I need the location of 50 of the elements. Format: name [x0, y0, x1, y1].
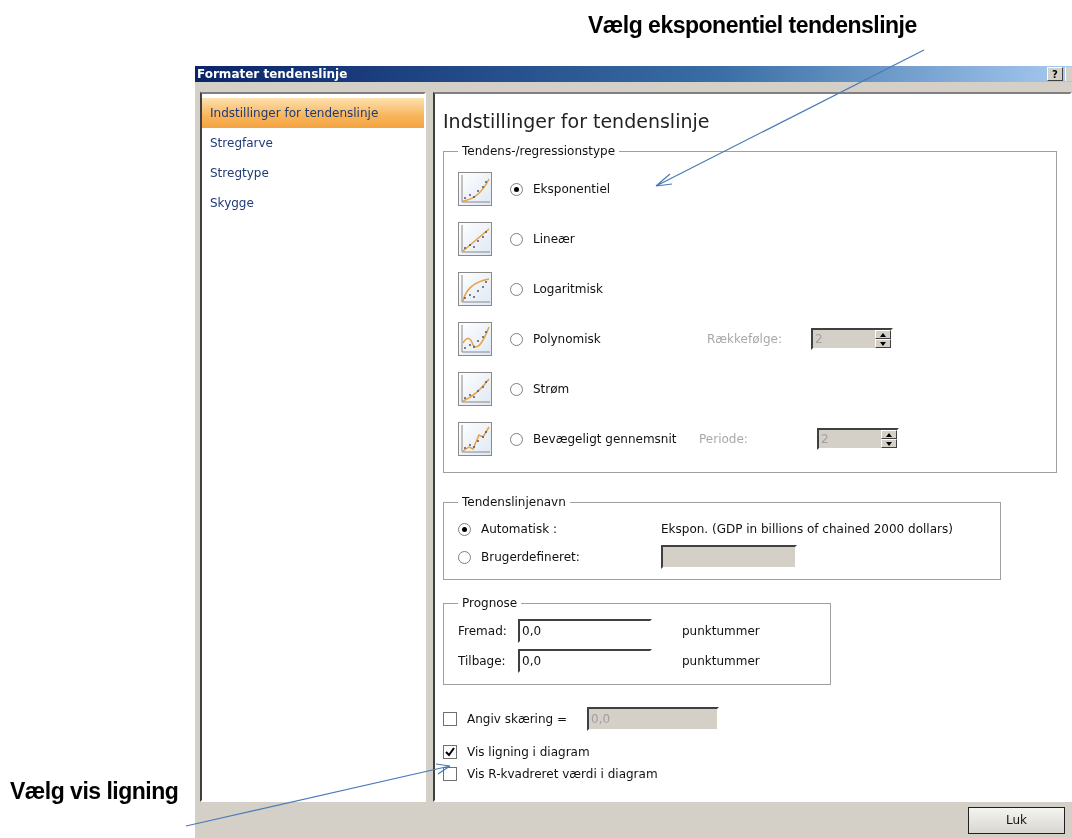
- checkbox-label: Vis R-kvadreret værdi i diagram: [467, 767, 658, 782]
- sidebar-item[interactable]: Indstillinger for tendenslinje: [202, 98, 424, 129]
- radio-button[interactable]: [458, 550, 471, 564]
- annotation-text: Vælg eksponentiel tendenslinje: [588, 12, 917, 39]
- sidebar-item[interactable]: Stregfarve: [202, 128, 424, 159]
- option-label: Polynomisk: [533, 332, 602, 347]
- option-label: Bevægeligt gennemsnit: [533, 432, 678, 447]
- radio-button[interactable]: [510, 282, 523, 296]
- checkbox[interactable]: [443, 712, 457, 727]
- sidebar-item[interactable]: Skygge: [202, 188, 424, 219]
- option-label: Logaritmisk: [533, 282, 603, 297]
- trendline-name: Ekspon. (GDP in billions of chained 2000 dollars): [661, 522, 953, 537]
- input-field[interactable]: 0,0: [518, 619, 652, 644]
- checkbox-label: Angiv skæring =: [467, 712, 569, 727]
- trendline-chart-icon: [458, 422, 492, 457]
- unit-label: punktummer: [682, 654, 760, 669]
- field-label: Fremad:: [458, 624, 508, 639]
- checkbox[interactable]: [443, 767, 457, 782]
- annotation-text: Vælg vis ligning: [10, 778, 179, 805]
- radio-button[interactable]: [510, 182, 523, 196]
- option-label: Strøm: [533, 382, 570, 397]
- group-legend: Tendens-/regressionstype: [458, 144, 620, 159]
- window-title: Formater tendenslinje: [197, 67, 348, 82]
- field-label: Tilbage:: [458, 654, 507, 669]
- option-label: Eksponentiel: [533, 182, 611, 197]
- unit-label: punktummer: [682, 624, 760, 639]
- trendline-chart-icon: [458, 172, 492, 207]
- close-button[interactable]: Luk: [968, 806, 1065, 834]
- parameter-label: Periode:: [699, 432, 749, 447]
- radio-button[interactable]: [510, 232, 523, 246]
- option-label: Brugerdefineret:: [481, 550, 581, 565]
- group-legend: Tendenslinjenavn: [458, 495, 570, 510]
- radio-button[interactable]: [458, 522, 471, 536]
- option-label: Automatisk :: [481, 522, 558, 537]
- trendline-chart-icon: [458, 372, 492, 407]
- radio-button[interactable]: [510, 332, 523, 346]
- group-legend: Prognose: [458, 596, 522, 611]
- input-field[interactable]: 0,0: [518, 649, 652, 674]
- option-label: Lineær: [533, 232, 575, 247]
- radio-button[interactable]: [510, 382, 523, 396]
- trendline-chart-icon: [458, 272, 492, 307]
- panel-heading: Indstillinger for tendenslinje: [443, 110, 711, 133]
- help-button[interactable]: ?: [1047, 67, 1063, 82]
- sidebar-item[interactable]: Stregtype: [202, 158, 424, 189]
- checkbox[interactable]: [443, 745, 457, 760]
- trendline-chart-icon: [458, 322, 492, 357]
- radio-button[interactable]: [510, 432, 523, 446]
- parameter-label: Rækkefølge:: [707, 332, 783, 347]
- trendline-chart-icon: [458, 222, 492, 257]
- checkbox-label: Vis ligning i diagram: [467, 745, 590, 760]
